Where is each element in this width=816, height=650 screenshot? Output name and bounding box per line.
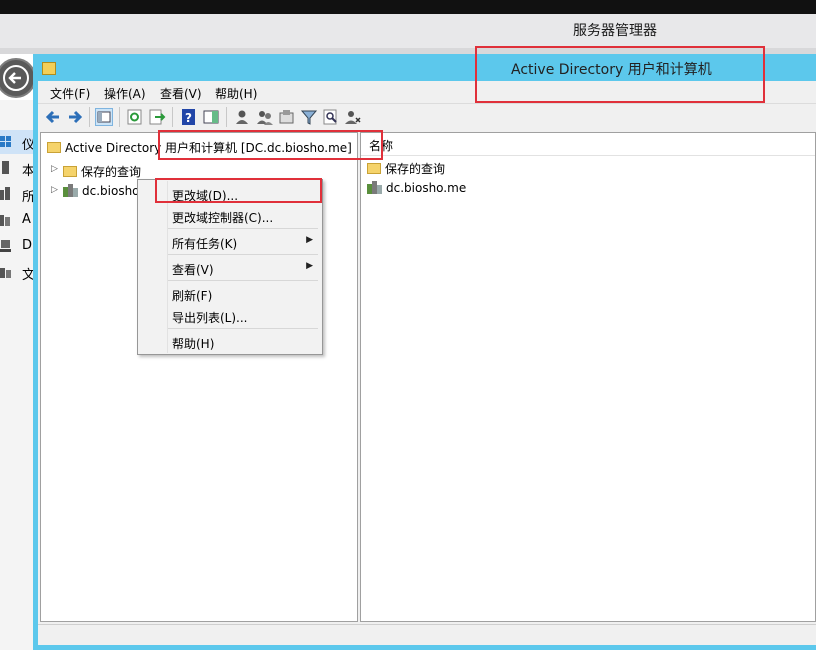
column-header-label: 名称: [369, 139, 394, 153]
menu-bar: 文件(F) 操作(A) 查看(V) 帮助(H): [38, 81, 816, 103]
submenu-arrow-icon: ▶: [306, 235, 313, 245]
expand-arrow-icon[interactable]: ▷: [51, 185, 58, 195]
server-manager-nav: 仪 本 所 A D 文: [0, 100, 34, 650]
menu-item-help[interactable]: 帮助(H): [139, 331, 321, 353]
local-server-icon: [0, 161, 11, 174]
find-icon[interactable]: [322, 108, 340, 126]
menu-separator: [168, 228, 318, 229]
nav-all-servers[interactable]: 所: [0, 182, 34, 206]
show-action-pane-icon[interactable]: [202, 108, 220, 126]
menu-item-label: 查看(V): [172, 263, 214, 277]
file-services-icon: [0, 265, 11, 278]
new-group-icon[interactable]: [256, 108, 274, 126]
menu-action[interactable]: 操作(A): [104, 85, 146, 102]
menu-item-change-dc[interactable]: 更改域控制器(C)...: [139, 205, 321, 227]
column-header-name[interactable]: 名称: [361, 133, 815, 156]
nav-local-server[interactable]: 本: [0, 156, 34, 180]
list-item-label: dc.biosho.me: [386, 181, 467, 195]
tree-item-label: 保存的查询: [81, 165, 142, 179]
submenu-arrow-icon: ▶: [306, 261, 313, 271]
menu-separator: [168, 280, 318, 281]
context-menu: 更改域(D)... 更改域控制器(C)... 所有任务(K) ▶ 查看(V) ▶…: [137, 179, 323, 355]
menu-item-refresh[interactable]: 刷新(F): [139, 283, 321, 305]
toolbar-separator: [172, 107, 173, 127]
expand-arrow-icon[interactable]: ▷: [51, 164, 58, 174]
filter-icon[interactable]: [300, 108, 318, 126]
ad-ds-icon: [0, 213, 11, 226]
tree-item-saved-queries[interactable]: ▷ 保存的查询: [41, 161, 357, 181]
domain-icon: [367, 181, 382, 194]
nav-dashboard[interactable]: 仪: [0, 130, 34, 154]
menu-item-label: 导出列表(L)...: [172, 311, 248, 325]
aduc-window-title: Active Directory 用户和计算机: [511, 62, 712, 78]
list-item-label: 保存的查询: [385, 162, 446, 176]
list-item-saved-queries[interactable]: 保存的查询: [367, 160, 445, 177]
svg-text:?: ?: [185, 111, 192, 125]
menu-item-label: 更改域控制器(C)...: [172, 211, 274, 225]
nav-file-services[interactable]: 文: [0, 260, 34, 284]
menu-item-label: 更改域(D)...: [172, 189, 239, 203]
aduc-app-icon: [42, 62, 56, 75]
top-black-bar: [0, 0, 816, 14]
help-icon[interactable]: ?: [180, 108, 198, 126]
menu-help[interactable]: 帮助(H): [215, 85, 257, 102]
menu-file[interactable]: 文件(F): [50, 85, 90, 102]
server-manager-titlebar: 服务器管理器: [0, 14, 816, 48]
toolbar-separator: [89, 107, 90, 127]
server-manager-title: 服务器管理器: [573, 23, 657, 39]
add-to-group-icon[interactable]: [344, 108, 362, 126]
menu-item-label: 帮助(H): [172, 337, 215, 351]
forward-arrow-icon[interactable]: [66, 108, 84, 126]
folder-icon: [63, 166, 77, 177]
back-arrow-icon[interactable]: [44, 108, 62, 126]
menu-separator: [168, 254, 318, 255]
dns-icon: [0, 239, 11, 252]
folder-icon: [367, 163, 381, 174]
menu-item-view[interactable]: 查看(V) ▶: [139, 257, 321, 279]
menu-view[interactable]: 查看(V): [160, 85, 202, 102]
back-arrow-icon: [3, 65, 29, 91]
menu-item-label: 所有任务(K): [172, 237, 238, 251]
refresh-icon[interactable]: [126, 108, 144, 126]
nav-ad-ds[interactable]: A: [0, 208, 33, 232]
domain-icon: [63, 184, 78, 197]
toolbar-separator: [226, 107, 227, 127]
toolbar-separator: [119, 107, 120, 127]
new-ou-icon[interactable]: [278, 108, 296, 126]
aduc-window: Active Directory 用户和计算机 文件(F) 操作(A) 查看(V…: [33, 54, 816, 650]
back-button[interactable]: [0, 58, 36, 98]
new-user-icon[interactable]: [234, 108, 252, 126]
aduc-client-area: 文件(F) 操作(A) 查看(V) 帮助(H) ? Active Directo…: [38, 81, 816, 645]
menu-item-label: 刷新(F): [172, 289, 213, 303]
tree-root-label: Active Directory 用户和计算机 [DC.dc.biosho.me…: [65, 141, 352, 155]
menu-item-export-list[interactable]: 导出列表(L)...: [139, 305, 321, 327]
menu-item-change-domain[interactable]: 更改域(D)...: [139, 183, 321, 205]
tree-root-item[interactable]: Active Directory 用户和计算机 [DC.dc.biosho.me…: [47, 139, 352, 156]
list-item-domain[interactable]: dc.biosho.me: [367, 181, 466, 195]
nav-dns[interactable]: D: [0, 234, 33, 258]
export-list-icon[interactable]: [148, 108, 166, 126]
results-pane: 名称 保存的查询 dc.biosho.me: [360, 132, 816, 622]
aduc-root-icon: [47, 142, 61, 153]
status-bar: [38, 624, 816, 645]
menu-separator: [168, 328, 318, 329]
console-tree-toggle-icon[interactable]: [95, 108, 113, 126]
toolbar: ?: [38, 103, 816, 130]
menu-item-all-tasks[interactable]: 所有任务(K) ▶: [139, 231, 321, 253]
all-servers-icon: [0, 187, 11, 200]
dashboard-icon: [0, 135, 11, 148]
